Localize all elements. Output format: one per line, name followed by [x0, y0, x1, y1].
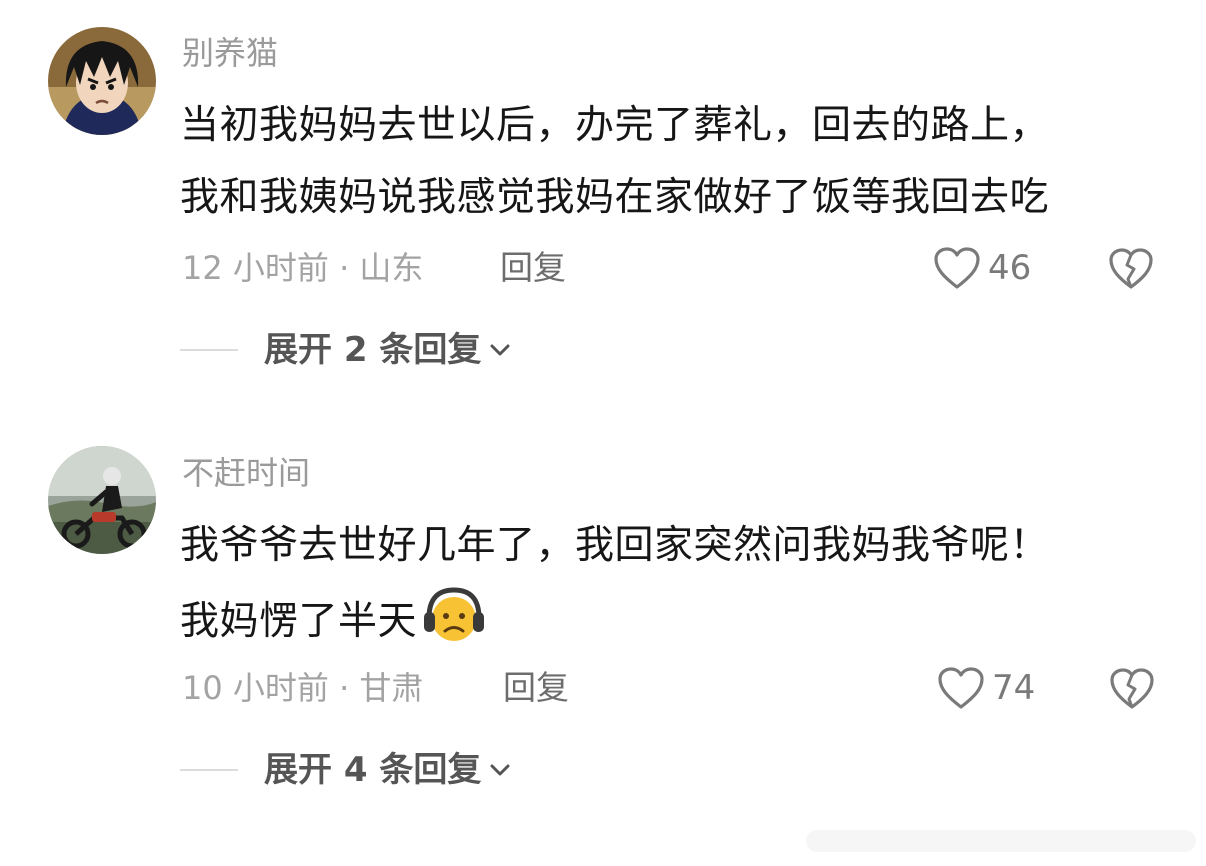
reply-button[interactable]: 回复 [500, 248, 566, 288]
divider [180, 769, 238, 771]
comment-text-line: 我爷爷去世好几年了，我回家突然问我妈我爷呢！ [180, 523, 1050, 568]
avatar[interactable] [48, 27, 156, 135]
expand-replies-label: 展开 4 条回复 [264, 750, 482, 790]
chevron-down-icon [490, 344, 510, 356]
expand-replies[interactable]: 展开 4 条回复 [180, 748, 513, 792]
divider [180, 349, 238, 351]
avatar-image [48, 446, 156, 554]
dislike-button[interactable] [1108, 665, 1156, 711]
like-button[interactable]: 46 [932, 244, 1031, 292]
comment-text: 我爷爷去世好几年了，我回家突然问我妈我爷呢！ 我妈愣了半天 [180, 510, 1170, 658]
heart-outline-icon [938, 667, 984, 709]
broken-heart-icon [1110, 668, 1154, 709]
avatar[interactable] [48, 446, 156, 554]
username[interactable]: 不赶时间 [182, 453, 310, 493]
expand-replies[interactable]: 展开 2 条回复 [180, 328, 513, 372]
dislike-button[interactable] [1107, 245, 1155, 291]
comment-text-line: 当初我妈妈去世以后，办完了葬礼，回去的路上， [180, 103, 1050, 148]
comment-text-line: 我妈愣了半天 [180, 582, 1170, 658]
like-count: 74 [992, 668, 1036, 708]
watermark-logo [806, 830, 1196, 852]
headphones-frown-emoji-icon [424, 587, 485, 641]
chevron-down-icon [490, 764, 510, 776]
heart-outline-icon [934, 247, 980, 289]
expand-replies-label: 展开 2 条回复 [264, 330, 482, 370]
like-count: 46 [988, 248, 1032, 288]
comment-meta: 10 小时前 · 甘肃 [182, 669, 424, 707]
avatar-image [48, 27, 156, 135]
comment-meta: 12 小时前 · 山东 [182, 249, 424, 287]
broken-heart-icon [1109, 248, 1153, 289]
reply-button[interactable]: 回复 [503, 668, 569, 708]
comment-text-segment: 我妈愣了半天 [180, 599, 418, 644]
comment-text: 当初我妈妈去世以后，办完了葬礼，回去的路上， 我和我姨妈说我感觉我妈在家做好了饭… [180, 90, 1170, 234]
like-button[interactable]: 74 [936, 664, 1035, 712]
comment-list: 别养猫 当初我妈妈去世以后，办完了葬礼，回去的路上， 我和我姨妈说我感觉我妈在家… [0, 0, 1206, 866]
username[interactable]: 别养猫 [182, 33, 278, 73]
comment-text-line: 我和我姨妈说我感觉我妈在家做好了饭等我回去吃 [180, 175, 1050, 220]
